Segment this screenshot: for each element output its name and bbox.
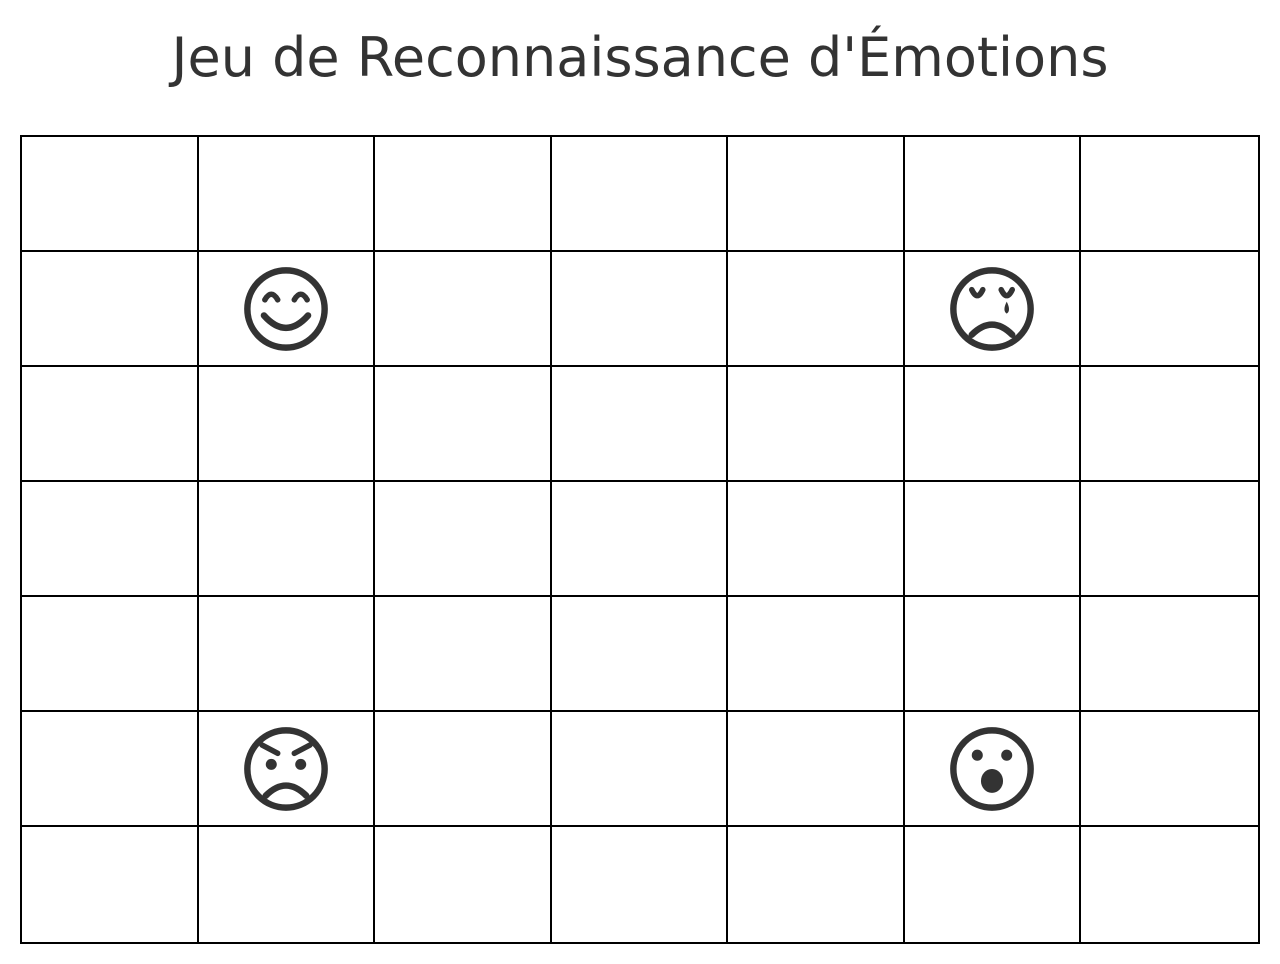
grid-cell[interactable] [904,252,1082,367]
grid-cell[interactable] [1081,367,1258,482]
grid-cell[interactable] [22,597,199,712]
grid-cell[interactable] [1081,827,1258,942]
grid-cell[interactable] [728,827,905,942]
grid-cell[interactable] [198,482,376,597]
grid-cell[interactable] [728,597,905,712]
page-title: Jeu de Reconnaissance d'Émotions [171,26,1109,89]
grid-cell[interactable] [551,137,729,252]
grid-cell[interactable] [1081,482,1258,597]
grid-cell[interactable] [728,482,905,597]
grid-cell[interactable] [728,252,905,367]
grid-cell[interactable] [904,827,1082,942]
grid-cell[interactable] [22,252,199,367]
grid-cell[interactable] [904,597,1082,712]
grid-cell[interactable] [728,712,905,827]
grid-cell[interactable] [22,712,199,827]
grid-cell[interactable] [198,597,376,712]
grid-cell[interactable] [375,597,552,712]
grid-cell[interactable] [22,137,199,252]
grid-cell[interactable] [375,137,552,252]
grid-cell[interactable] [728,137,905,252]
grid-cell[interactable] [22,367,199,482]
angry-face-icon [243,726,328,811]
grid-cell[interactable] [1081,137,1258,252]
grid-cell[interactable] [375,827,552,942]
grid-cell[interactable] [1081,597,1258,712]
grid-cell[interactable] [904,482,1082,597]
grid-cell[interactable] [904,137,1082,252]
grid-cell[interactable] [904,712,1082,827]
grid-cell[interactable] [198,252,376,367]
grid-cell[interactable] [904,367,1082,482]
grid-cell[interactable] [22,482,199,597]
grid-cell[interactable] [198,137,376,252]
grid-cell[interactable] [375,482,552,597]
grid-cell[interactable] [198,827,376,942]
grid-cell[interactable] [728,367,905,482]
game-board [20,135,1260,944]
grid-cell[interactable] [551,482,729,597]
grid-cell[interactable] [375,252,552,367]
grid-cell[interactable] [375,367,552,482]
crying-face-icon [950,266,1034,351]
grid-cell[interactable] [198,367,376,482]
grid-cell[interactable] [22,827,199,942]
grid-cell[interactable] [551,712,729,827]
smiling-face-icon [243,266,328,351]
grid-cell[interactable] [1081,712,1258,827]
grid-cell[interactable] [1081,252,1258,367]
grid-cell[interactable] [198,712,376,827]
grid-cell[interactable] [551,597,729,712]
grid-cell[interactable] [551,252,729,367]
grid-cell[interactable] [551,367,729,482]
grid-cell[interactable] [375,712,552,827]
surprised-face-icon [950,726,1034,811]
grid-cell[interactable] [551,827,729,942]
